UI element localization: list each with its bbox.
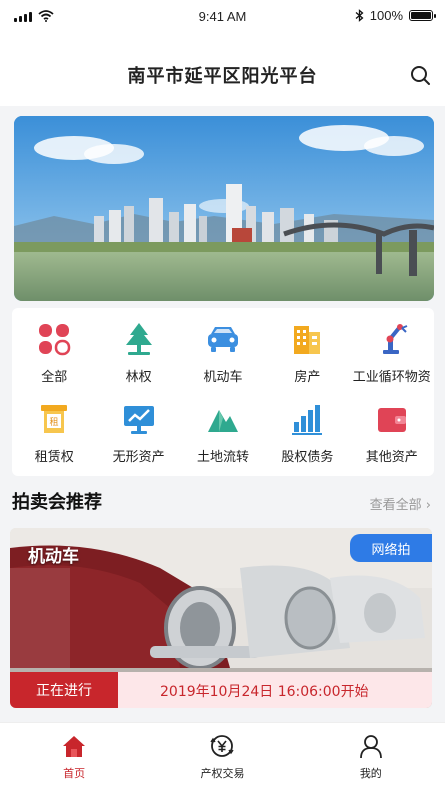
category-label: 林权 [125,370,152,385]
category-industrial[interactable]: 工业循环物资 [350,314,434,394]
svg-text:租: 租 [50,417,59,428]
chart-monitor-icon [123,406,154,434]
category-equity[interactable]: 股权债务 [265,394,349,474]
category-label: 工业循环物资 [352,370,431,385]
tab-property-trade[interactable]: 产权交易 [148,723,296,792]
category-label: 土地流转 [196,450,249,465]
search-icon[interactable] [409,64,431,86]
auction-footer: 正在进行 2019年10月24日 16:06:00开始 [10,672,432,708]
page-title: 南平市延平区阳光平台 [127,66,318,87]
auction-category: 机动车 [28,547,79,567]
category-all[interactable]: 全部 [12,314,96,394]
category-property[interactable]: 房产 [265,314,349,394]
status-right: 100% [355,8,436,23]
user-icon [359,735,382,759]
car-icon [207,327,238,352]
home-icon [63,736,86,757]
banner-image [14,116,434,301]
mountain-icon [207,410,238,432]
status-bar: 9:41 AM 100% [0,0,445,34]
category-vehicle[interactable]: 机动车 [181,314,265,394]
battery-percent: 100% [369,8,403,23]
tab-home[interactable]: 首页 [0,723,148,792]
tree-icon [125,323,152,355]
auction-card[interactable]: 机动车 网络拍 正在进行 2019年10月24日 16:06:00开始 [10,528,432,708]
category-intangible[interactable]: 无形资产 [96,394,180,474]
bottom-tab-bar: 首页 产权交易 我的 [0,722,445,792]
category-lease[interactable]: 租 租赁权 [12,394,96,474]
section-title: 拍卖会推荐 [12,492,102,513]
category-other[interactable]: 其他资产 [350,394,434,474]
robot-arm-icon [382,324,408,354]
tab-label: 首页 [63,767,86,780]
category-label: 全部 [41,370,68,385]
bluetooth-icon [355,9,364,22]
tab-label: 我的 [359,767,382,780]
wallet-icon [377,408,406,432]
lease-icon: 租 [41,405,68,433]
category-label: 其他资产 [365,450,418,465]
auction-status-badge: 正在进行 [10,672,118,708]
tab-label: 产权交易 [200,767,245,780]
category-grid: 全部 林权 机动车 房产 工业循环物资 租 租赁权 无形资产 土地流转 股权债务… [12,308,434,476]
battery-icon [409,10,436,21]
category-forest[interactable]: 林权 [96,314,180,394]
grid-icon [39,324,71,356]
category-label: 股权债务 [281,450,334,465]
category-label: 机动车 [203,370,243,385]
view-all-link[interactable]: 查看全部 › [370,494,431,513]
auction-start-time: 2019年10月24日 16:06:00开始 [160,684,369,700]
bar-chart-icon [292,405,323,435]
city-banner[interactable] [14,116,434,301]
auction-section-header: 拍卖会推荐 查看全部 › [0,484,445,520]
yuan-exchange-icon [210,735,235,757]
category-label: 无形资产 [112,450,165,465]
category-label: 房产 [294,370,321,385]
building-icon [294,326,321,354]
nav-bar: 南平市延平区阳光平台 [0,34,445,106]
category-land[interactable]: 土地流转 [181,394,265,474]
online-auction-badge: 网络拍 [350,534,432,562]
category-label: 租赁权 [34,450,74,465]
tab-profile[interactable]: 我的 [297,723,445,792]
